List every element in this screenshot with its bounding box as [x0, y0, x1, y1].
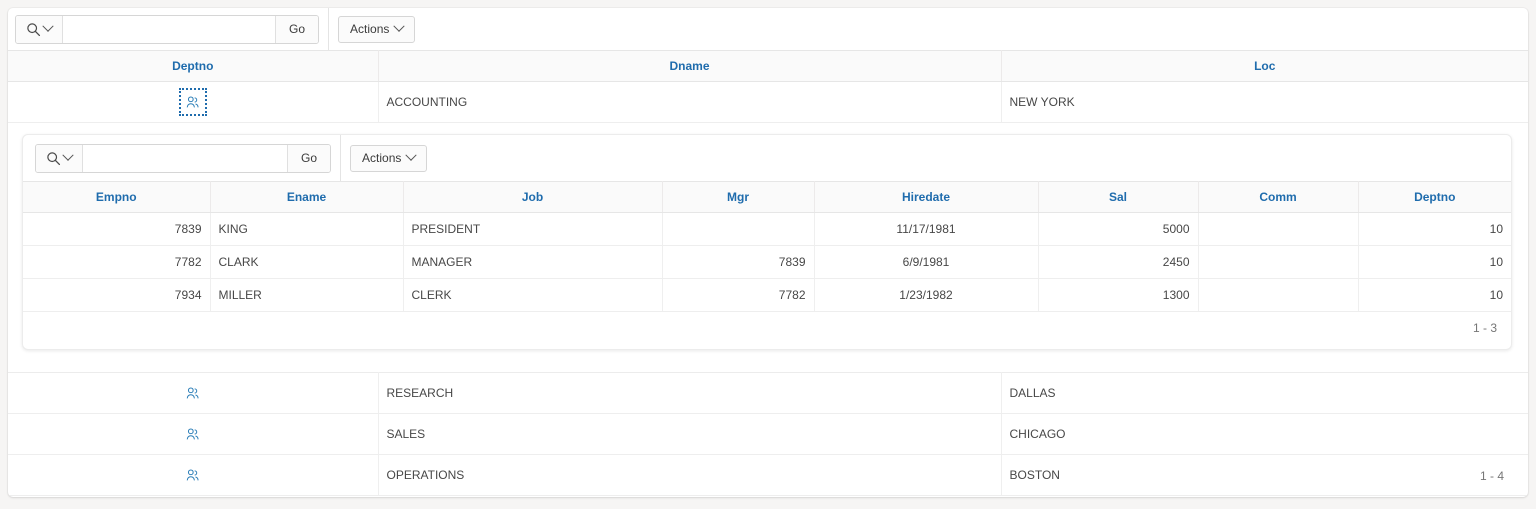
detail-report-region: Go Actions Empno Ename Job Mgr Hiredate	[22, 134, 1512, 350]
master-row-3-drilldown-cell	[8, 454, 379, 496]
users-group-icon[interactable]	[182, 464, 204, 486]
table-row[interactable]: ACCOUNTING NEW YORK	[8, 81, 1528, 123]
column-header-comm[interactable]: Comm	[1198, 181, 1359, 213]
detail-row-1-job: MANAGER	[403, 245, 663, 279]
chevron-down-icon	[42, 20, 54, 32]
detail-row-0-sal: 5000	[1038, 212, 1199, 246]
column-header-hiredate[interactable]: Hiredate	[814, 181, 1039, 213]
detail-row-1-sal: 2450	[1038, 245, 1199, 279]
table-row[interactable]: OPERATIONS BOSTON	[8, 454, 1528, 496]
detail-report-toolbar: Go Actions	[23, 135, 1511, 181]
table-row[interactable]: RESEARCH DALLAS	[8, 372, 1528, 414]
master-search-input[interactable]	[63, 15, 275, 43]
search-icon[interactable]	[16, 15, 63, 43]
detail-row-2-comm	[1198, 278, 1359, 312]
toolbar-divider	[340, 135, 342, 181]
master-report-toolbar: Go Actions	[8, 8, 1528, 50]
column-header-mgr[interactable]: Mgr	[662, 181, 815, 213]
detail-row-0-empno: 7839	[23, 212, 211, 246]
chevron-down-icon	[393, 20, 406, 32]
users-group-icon[interactable]	[178, 88, 207, 116]
detail-row-0-mgr	[662, 212, 815, 246]
master-row-1-drilldown-cell	[8, 372, 379, 414]
detail-search-group[interactable]: Go	[35, 143, 332, 173]
master-actions-button[interactable]: Actions	[338, 15, 416, 43]
master-row-0-drilldown-cell	[8, 81, 379, 123]
master-row-2-drilldown-cell	[8, 413, 379, 455]
search-icon[interactable]	[36, 144, 83, 172]
detail-row-0-deptno: 10	[1358, 212, 1511, 246]
chevron-down-icon	[62, 149, 74, 161]
detail-row-0-hiredate: 11/17/1981	[814, 212, 1039, 246]
detail-row-1-deptno: 10	[1358, 245, 1511, 279]
detail-row-2-deptno: 10	[1358, 278, 1511, 312]
table-row[interactable]: 7782 CLARK MANAGER 7839 6/9/1981 2450 10	[23, 245, 1511, 279]
master-report-table-bottom: RESEARCH DALLAS SALES CHICAGO OPERATIONS…	[8, 372, 1528, 496]
detail-row-1-comm	[1198, 245, 1359, 279]
detail-report-table: Empno Ename Job Mgr Hiredate Sal Comm De…	[23, 181, 1511, 312]
users-group-icon[interactable]	[182, 423, 204, 445]
column-header-ename[interactable]: Ename	[210, 181, 404, 213]
table-row[interactable]: SALES CHICAGO	[8, 413, 1528, 455]
master-row-1-dname: RESEARCH	[378, 372, 1002, 414]
detail-row-2-mgr: 7782	[662, 278, 815, 312]
master-report-rows-lower: RESEARCH DALLAS SALES CHICAGO OPERATIONS…	[8, 372, 1528, 496]
chevron-down-icon	[405, 149, 418, 161]
toolbar-divider	[328, 8, 330, 50]
master-go-button[interactable]: Go	[275, 15, 319, 43]
master-row-2-dname: SALES	[378, 413, 1002, 455]
detail-go-button[interactable]: Go	[287, 144, 331, 172]
detail-row-2-hiredate: 1/23/1982	[814, 278, 1039, 312]
master-pagination[interactable]: 1 - 4	[1480, 460, 1518, 483]
detail-row-1-hiredate: 6/9/1981	[814, 245, 1039, 279]
detail-row-2-job: CLERK	[403, 278, 663, 312]
table-row[interactable]: 7839 KING PRESIDENT 11/17/1981 5000 10	[23, 212, 1511, 246]
detail-row-1-ename: CLARK	[210, 245, 404, 279]
column-header-loc[interactable]: Loc	[1001, 50, 1528, 82]
detail-row-1-empno: 7782	[23, 245, 211, 279]
detail-actions-label: Actions	[362, 151, 402, 165]
master-search-group[interactable]: Go	[15, 14, 320, 44]
master-header-row: Deptno Dname Loc	[8, 50, 1528, 82]
master-row-3-dname: OPERATIONS	[378, 454, 1002, 496]
detail-row-2-sal: 1300	[1038, 278, 1199, 312]
master-actions-label: Actions	[350, 22, 390, 36]
users-group-icon[interactable]	[182, 382, 204, 404]
detail-row-1-mgr: 7839	[662, 245, 815, 279]
master-report-table-top: Deptno Dname Loc ACCOUNTING NEW YORK	[8, 50, 1528, 123]
column-header-sal[interactable]: Sal	[1038, 181, 1199, 213]
detail-row-2-ename: MILLER	[210, 278, 404, 312]
master-row-2-loc: CHICAGO	[1001, 413, 1528, 455]
column-header-deptno[interactable]: Deptno	[1358, 181, 1511, 213]
detail-row-0-ename: KING	[210, 212, 404, 246]
detail-header-row: Empno Ename Job Mgr Hiredate Sal Comm De…	[23, 181, 1511, 213]
detail-search-input[interactable]	[83, 144, 287, 172]
table-row[interactable]: 7934 MILLER CLERK 7782 1/23/1982 1300 10	[23, 278, 1511, 312]
master-report-region: Go Actions Deptno Dname Loc ACCOUNTING N…	[8, 8, 1528, 497]
detail-pagination[interactable]: 1 - 3	[23, 312, 1511, 335]
detail-actions-button[interactable]: Actions	[350, 144, 428, 172]
master-row-3-loc: BOSTON	[1001, 454, 1528, 496]
master-row-0-dname: ACCOUNTING	[378, 81, 1002, 123]
detail-row-0-comm	[1198, 212, 1359, 246]
column-header-job[interactable]: Job	[403, 181, 663, 213]
column-header-dname[interactable]: Dname	[378, 50, 1002, 82]
master-row-0-loc: NEW YORK	[1001, 81, 1528, 123]
master-row-1-loc: DALLAS	[1001, 372, 1528, 414]
detail-row-0-job: PRESIDENT	[403, 212, 663, 246]
column-header-empno[interactable]: Empno	[23, 181, 211, 213]
column-header-deptno[interactable]: Deptno	[8, 50, 379, 82]
detail-row-2-empno: 7934	[23, 278, 211, 312]
